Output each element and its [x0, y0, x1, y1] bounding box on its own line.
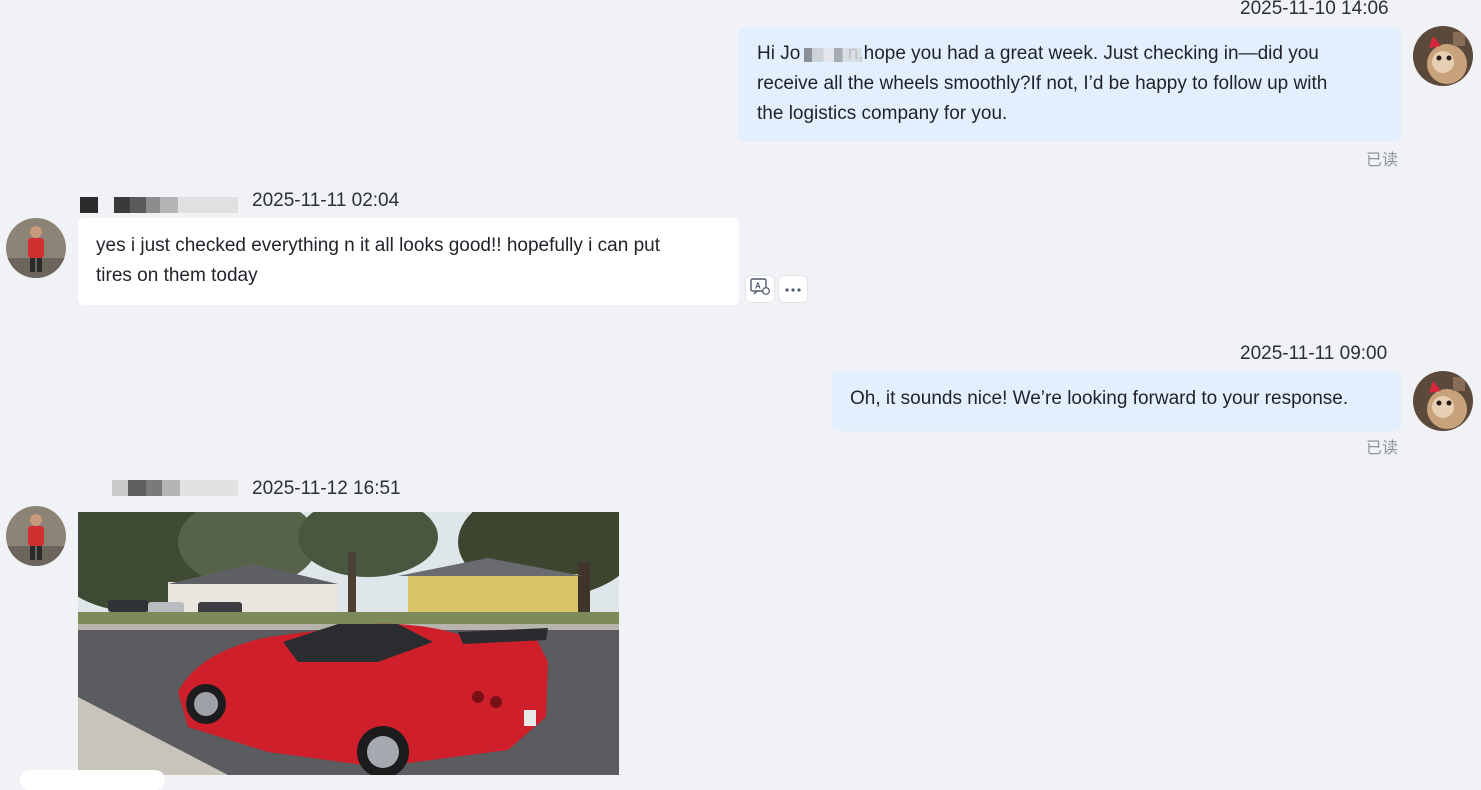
contact-avatar[interactable]	[6, 506, 66, 566]
self-avatar[interactable]	[1413, 371, 1473, 431]
message-bubble-outgoing[interactable]: Oh, it sounds nice! We’re looking forwar…	[832, 371, 1401, 431]
read-status: 已读	[1366, 440, 1399, 457]
translate-button[interactable]: A	[745, 275, 775, 303]
message-text-line: tires on them today	[96, 265, 258, 286]
more-button[interactable]	[778, 275, 808, 303]
floating-pill[interactable]	[20, 770, 165, 790]
message-text-line: yes i just checked everything n it all l…	[96, 235, 660, 256]
message-bubble-incoming[interactable]: yes i just checked everything n it all l…	[78, 218, 739, 305]
more-icon	[784, 280, 802, 298]
message-text-line: receive all the wheels smoothly?If not, …	[757, 73, 1328, 94]
message-timestamp: 2025-11-12 16:51	[252, 478, 401, 499]
sender-name-redacted	[80, 197, 240, 213]
message-text-line: the logistics company for you.	[757, 103, 1008, 124]
read-status: 已读	[1366, 152, 1399, 169]
message-timestamp: 2025-11-10 14:06	[1240, 0, 1389, 19]
message-bubble-outgoing[interactable]: Hi Jo n,hope you had a great week. Just …	[739, 27, 1401, 142]
self-avatar[interactable]	[1413, 26, 1473, 86]
message-timestamp: 2025-11-11 02:04	[252, 190, 400, 211]
redaction-mask	[804, 48, 862, 62]
image-attachment[interactable]	[78, 512, 619, 775]
contact-avatar[interactable]	[6, 218, 66, 278]
translate-icon: A	[750, 277, 770, 301]
svg-text:A: A	[755, 281, 761, 290]
message-timestamp: 2025-11-11 09:00	[1240, 343, 1388, 364]
message-text: Oh, it sounds nice! We’re looking forwar…	[850, 388, 1349, 409]
sender-name-redacted	[80, 480, 240, 496]
